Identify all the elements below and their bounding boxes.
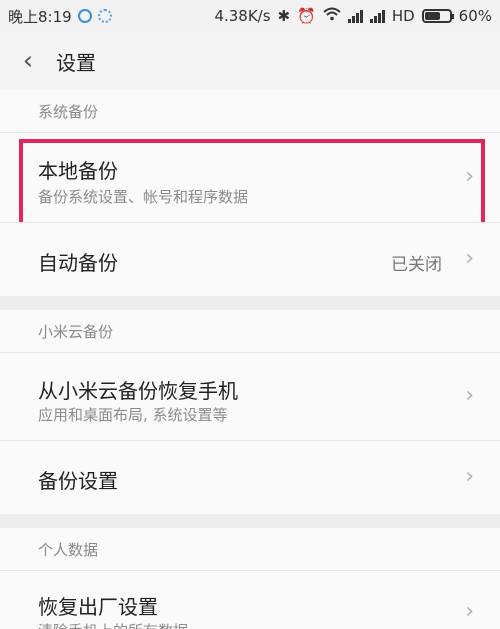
highlight-box: [19, 139, 485, 228]
network-speed: 4.38K/s: [214, 7, 271, 25]
page-title: 设置: [56, 50, 96, 75]
item-title: 恢复出厂设置: [38, 595, 158, 619]
status-time: 晚上8:19: [8, 7, 72, 26]
header: ‹ 设置: [0, 32, 500, 90]
chevron-right-icon: ›: [465, 599, 474, 624]
restore-from-cloud-item[interactable]: 从小米云备份恢复手机 应用和桌面布局, 系统设置等 ›: [0, 352, 500, 440]
signal-icon: [347, 9, 363, 23]
alarm-off-icon: ⏰: [297, 7, 316, 25]
item-title: 备份设置: [38, 469, 118, 493]
auto-backup-status: 已关闭: [391, 255, 442, 275]
status-bar: 晚上8:19 4.38K/s ✱ ⏰ HD 60%: [0, 0, 500, 32]
app-notification-icon-2: [97, 9, 112, 23]
auto-backup-item[interactable]: 自动备份 已关闭 ›: [0, 222, 500, 296]
section-divider: [0, 296, 500, 310]
signal-icon-2: [369, 9, 385, 23]
back-button[interactable]: ‹: [0, 32, 56, 90]
item-title: 从小米云备份恢复手机: [38, 379, 238, 403]
section-divider: [0, 514, 500, 528]
section-label-system-backup: 系统备份: [0, 90, 500, 132]
section-label-mi-cloud-backup: 小米云备份: [0, 310, 500, 352]
app-notification-icon: [77, 9, 92, 23]
bluetooth-icon: ✱: [277, 7, 291, 25]
section-label-personal-data: 个人数据: [0, 528, 500, 570]
hd-badge: HD: [391, 7, 415, 25]
wifi-icon: [323, 7, 341, 25]
item-subtitle: 应用和桌面布局, 系统设置等: [38, 406, 228, 424]
backup-settings-item[interactable]: 备份设置 ›: [0, 440, 500, 514]
chevron-right-icon: ›: [465, 464, 474, 489]
battery-icon: [421, 9, 454, 23]
battery-level: 60%: [458, 7, 492, 25]
chevron-right-icon: ›: [465, 383, 474, 408]
back-arrow-icon: ‹: [22, 46, 34, 76]
item-title: 自动备份: [38, 251, 118, 275]
item-subtitle: 清除手机上的所有数据: [38, 620, 188, 629]
factory-reset-item[interactable]: 恢复出厂设置 清除手机上的所有数据 ›: [0, 570, 500, 629]
chevron-right-icon: ›: [465, 246, 474, 271]
